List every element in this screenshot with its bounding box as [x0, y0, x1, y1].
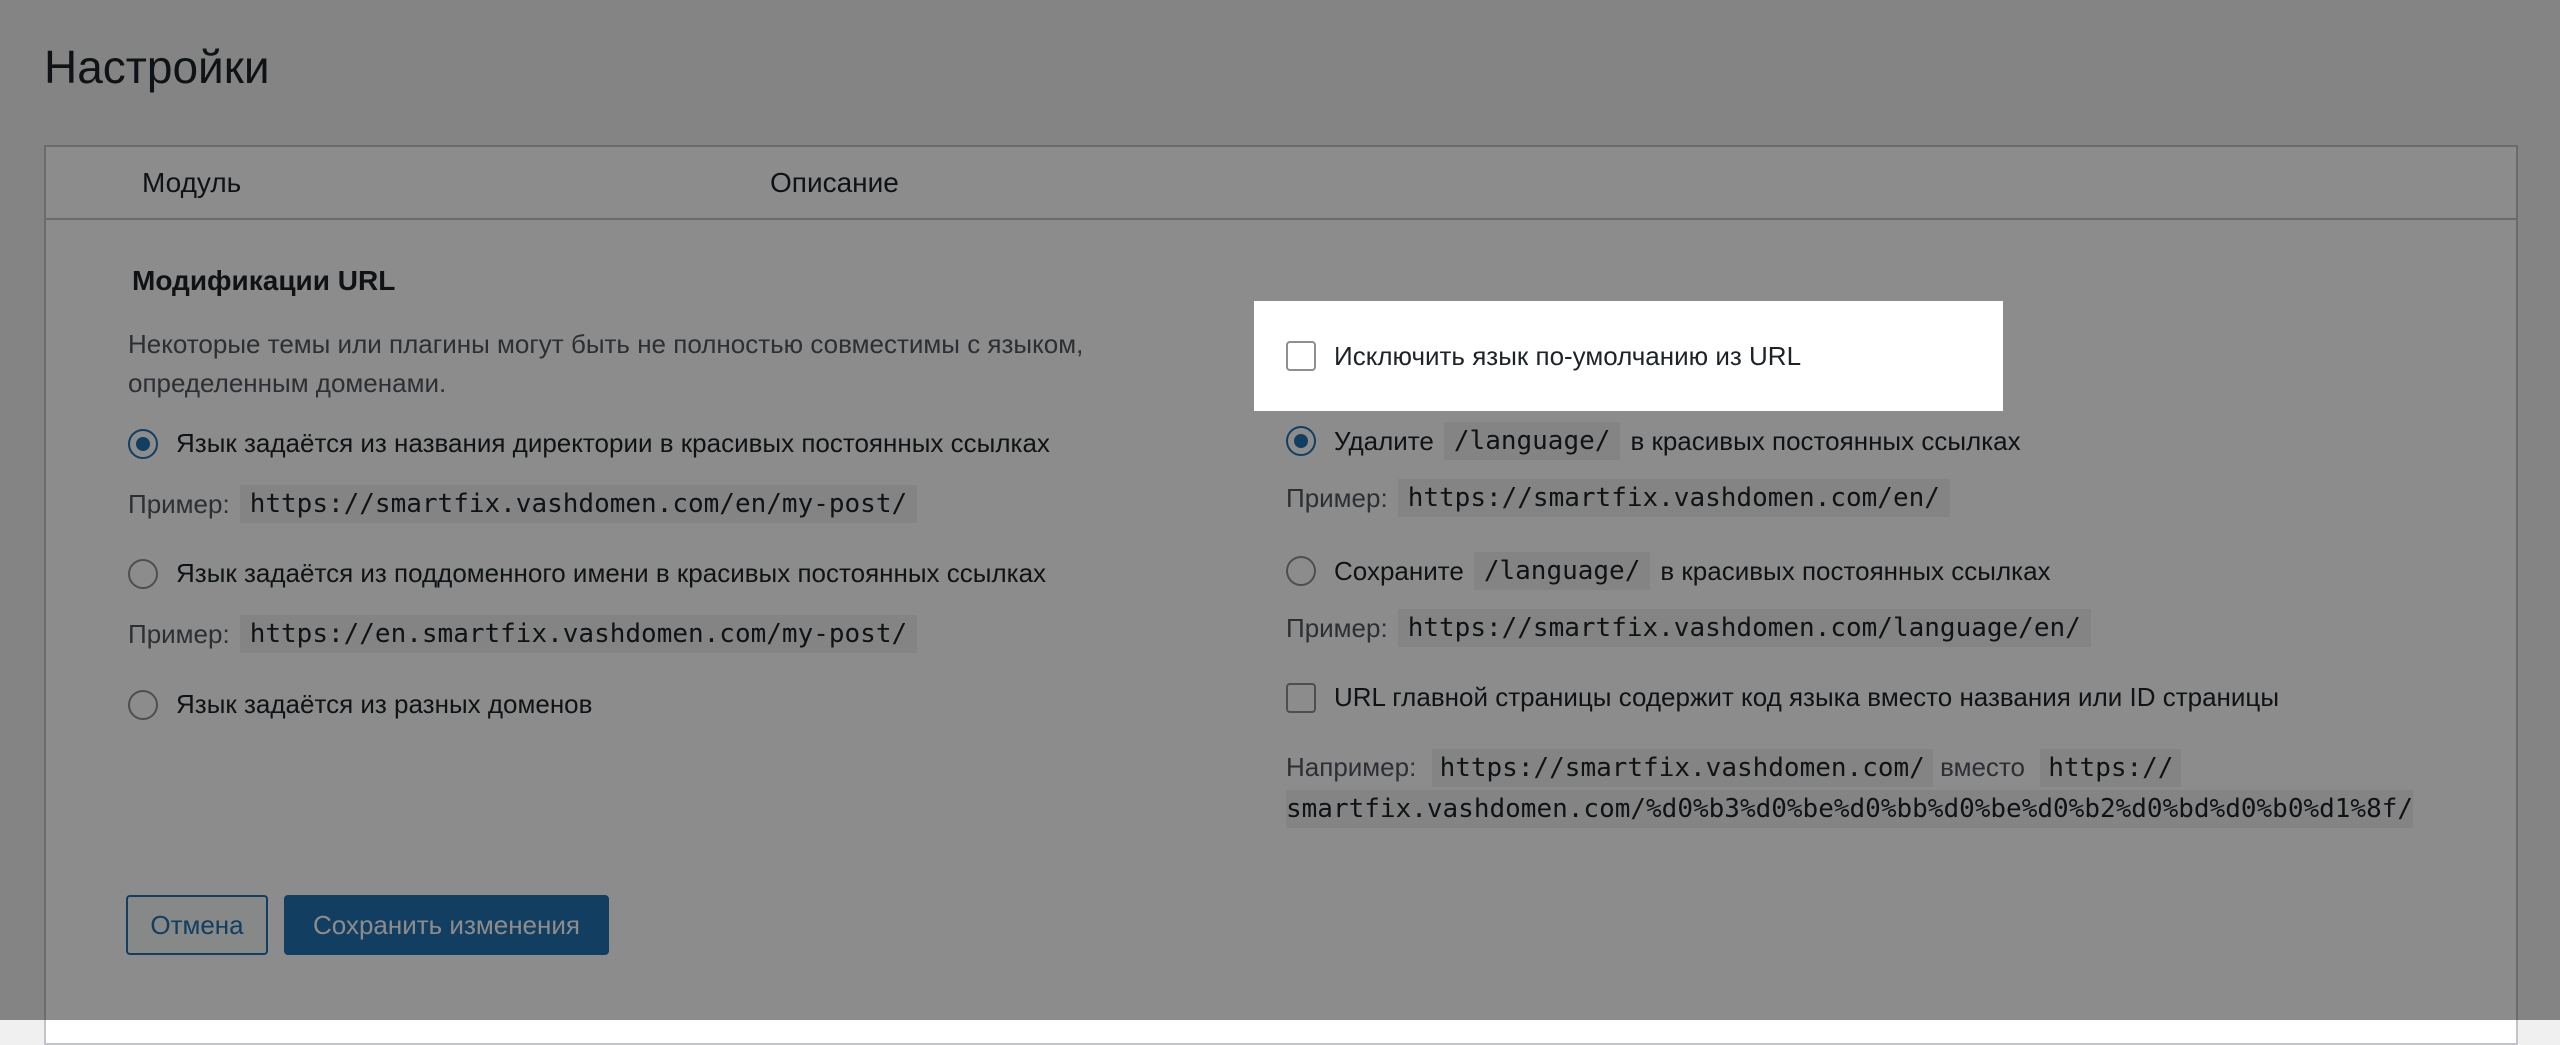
option-hide-default-label: Исключить язык по-умолчанию из URL — [1334, 340, 1802, 371]
modal-overlay — [0, 0, 2560, 1020]
highlighted-option-hide-default[interactable]: Исключить язык по-умолчанию из URL — [1254, 301, 2003, 411]
checkbox-hide-default[interactable] — [1286, 341, 1316, 371]
